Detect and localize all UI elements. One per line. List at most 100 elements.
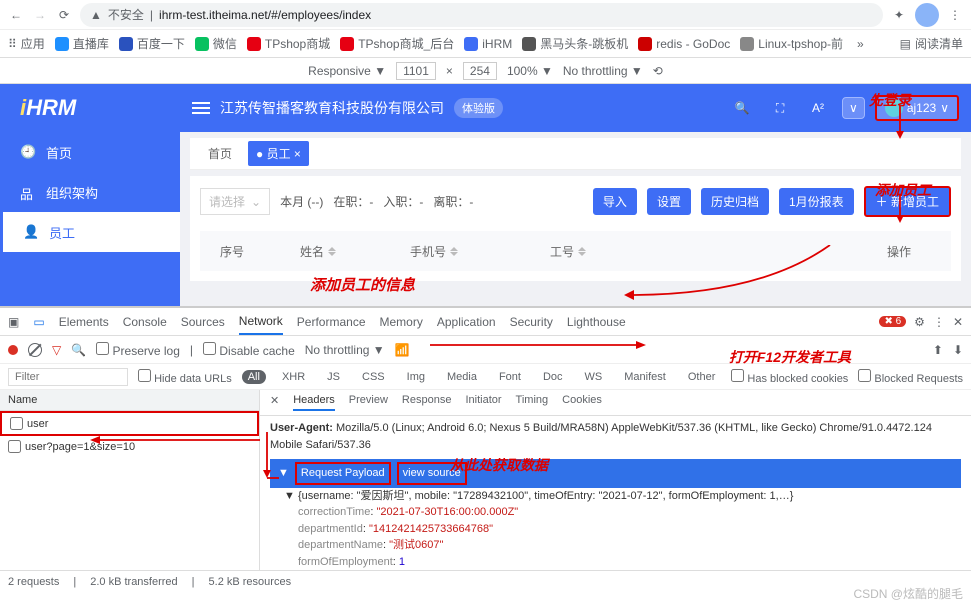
request-list: Name user user?page=1&size=10 [0,390,260,570]
user-chip[interactable]: aj123 ∨ [875,95,959,121]
filter-select[interactable]: 请选择 ⌄ [200,188,270,215]
hide-data-urls-checkbox[interactable]: Hide data URLs [138,369,232,385]
tab-elements[interactable]: Elements [59,315,109,329]
detail-tab-initiator[interactable]: Initiator [465,394,501,411]
pill-img[interactable]: Img [401,370,431,384]
th-num[interactable]: 工号 [530,243,670,260]
sidebar-item-employee[interactable]: 👤员工 [0,212,180,252]
pill-doc[interactable]: Doc [537,370,569,384]
dropdown-button[interactable]: ∨ [842,97,865,119]
request-payload-header[interactable]: ▼ Request Payload view source [270,459,961,488]
kebab-menu-icon[interactable]: ⋮ [933,315,945,329]
pill-all[interactable]: All [242,370,266,384]
bookmark-item[interactable]: Linux-tpshop-前 [740,35,843,52]
width-input[interactable]: 1101 [396,62,436,80]
tab-network[interactable]: Network [239,314,283,335]
tab-performance[interactable]: Performance [297,315,366,329]
reading-list-button[interactable]: ▤ 阅读清单 [900,35,963,52]
device-mode-select[interactable]: Responsive ▼ [308,64,386,78]
preserve-log-checkbox[interactable]: Preserve log [96,342,180,358]
back-icon[interactable]: ← [8,7,24,23]
bookmark-item[interactable]: TPshop商城 [247,35,330,52]
error-count[interactable]: ✖ 6 [879,316,906,327]
search-icon[interactable]: 🔍 [728,94,756,122]
filter-icon[interactable]: ▽ [52,343,61,357]
th-phone[interactable]: 手机号 [390,243,530,260]
tab-employee[interactable]: ● 员工 × [248,141,309,166]
download-icon[interactable]: ⬇ [953,343,963,357]
tab-memory[interactable]: Memory [380,315,423,329]
request-row[interactable]: user?page=1&size=10 [0,436,259,457]
history-button[interactable]: 历史归档 [701,188,769,215]
lang-icon[interactable]: A² [804,94,832,122]
height-input[interactable]: 254 [463,62,497,80]
fullscreen-icon[interactable]: ⛶ [766,94,794,122]
record-icon[interactable] [8,345,18,355]
jan-report-button[interactable]: 1月份报表 [779,188,854,215]
tab-home[interactable]: 首页 [200,141,240,166]
tab-console[interactable]: Console [123,315,167,329]
detail-tab-preview[interactable]: Preview [349,394,388,411]
detail-tab-cookies[interactable]: Cookies [562,394,602,411]
settings-button[interactable]: 设置 [647,188,691,215]
gear-icon[interactable]: ⚙ [914,315,925,329]
upload-icon[interactable]: ⬆ [933,343,943,357]
annotation-add-info: 添加员工的信息 [310,274,415,295]
kebab-menu-icon[interactable]: ⋮ [947,7,963,23]
close-icon[interactable]: ✕ [953,315,963,329]
blocked-cookies-checkbox[interactable]: Has blocked cookies [731,369,848,385]
ihrm-app: iHRM 🕘首页 品组织架构 👤员工 江苏传智播客教育科技股份有限公司 体验版 … [0,84,971,306]
reload-icon[interactable]: ⟳ [56,7,72,23]
pill-js[interactable]: JS [321,370,346,384]
tab-sources[interactable]: Sources [181,315,225,329]
pill-font[interactable]: Font [493,370,527,384]
request-row[interactable]: user [0,411,259,436]
hamburger-icon[interactable] [192,102,210,114]
inspect-icon[interactable]: ▣ [8,315,19,329]
sidebar-item-org[interactable]: 品组织架构 [0,172,180,212]
view-source-link[interactable]: view source [397,462,467,485]
bookmark-item[interactable]: TPshop商城_后台 [340,35,454,52]
url-bar[interactable]: ▲ 不安全 | ihrm-test.itheima.net/#/employee… [80,3,883,27]
tab-security[interactable]: Security [510,315,553,329]
pill-media[interactable]: Media [441,370,483,384]
add-employee-button[interactable]: ＋ 新增员工 [864,186,951,217]
tab-application[interactable]: Application [437,315,496,329]
detail-tab-headers[interactable]: Headers [293,394,335,411]
tabs-row: 首页 ● 员工 × [190,138,961,170]
th-name[interactable]: 姓名 [280,243,390,260]
pill-ws[interactable]: WS [579,370,609,384]
throttle-select[interactable]: No throttling ▼ [305,343,385,357]
tab-lighthouse[interactable]: Lighthouse [567,315,626,329]
device-toggle-icon[interactable]: ▭ [33,315,44,329]
rotate-icon[interactable]: ⟲ [653,64,663,78]
name-column-header[interactable]: Name [0,390,259,411]
detail-tab-timing[interactable]: Timing [516,394,549,411]
bookmark-item[interactable]: 黑马头条-跳板机 [522,35,628,52]
blocked-requests-checkbox[interactable]: Blocked Requests [858,369,963,385]
bookmark-item[interactable]: 百度一下 [119,35,185,52]
pill-xhr[interactable]: XHR [276,370,311,384]
bookmark-item[interactable]: iHRM [464,37,512,51]
profile-avatar[interactable] [915,3,939,27]
zoom-select[interactable]: 100% ▼ [507,64,553,78]
bookmark-item[interactable]: 直播库 [55,35,109,52]
forward-icon[interactable]: → [32,7,48,23]
filter-input[interactable] [8,368,128,386]
pill-css[interactable]: CSS [356,370,391,384]
extension-icon[interactable]: ✦ [891,7,907,23]
detail-close-icon[interactable]: ✕ [270,394,279,411]
pill-manifest[interactable]: Manifest [618,370,672,384]
wifi-icon[interactable]: 📶 [395,343,410,357]
apps-button[interactable]: ⠿ 应用 [8,35,45,52]
bookmark-item[interactable]: 微信 [195,35,237,52]
import-button[interactable]: 导入 [593,188,637,215]
search-icon[interactable]: 🔍 [71,343,86,357]
bookmark-item[interactable]: redis - GoDoc [638,37,730,51]
pill-other[interactable]: Other [682,370,722,384]
throttle-select[interactable]: No throttling ▼ [563,64,643,78]
clear-icon[interactable] [28,343,42,357]
sidebar-item-home[interactable]: 🕘首页 [0,132,180,172]
detail-tab-response[interactable]: Response [402,394,452,411]
disable-cache-checkbox[interactable]: Disable cache [203,342,295,358]
